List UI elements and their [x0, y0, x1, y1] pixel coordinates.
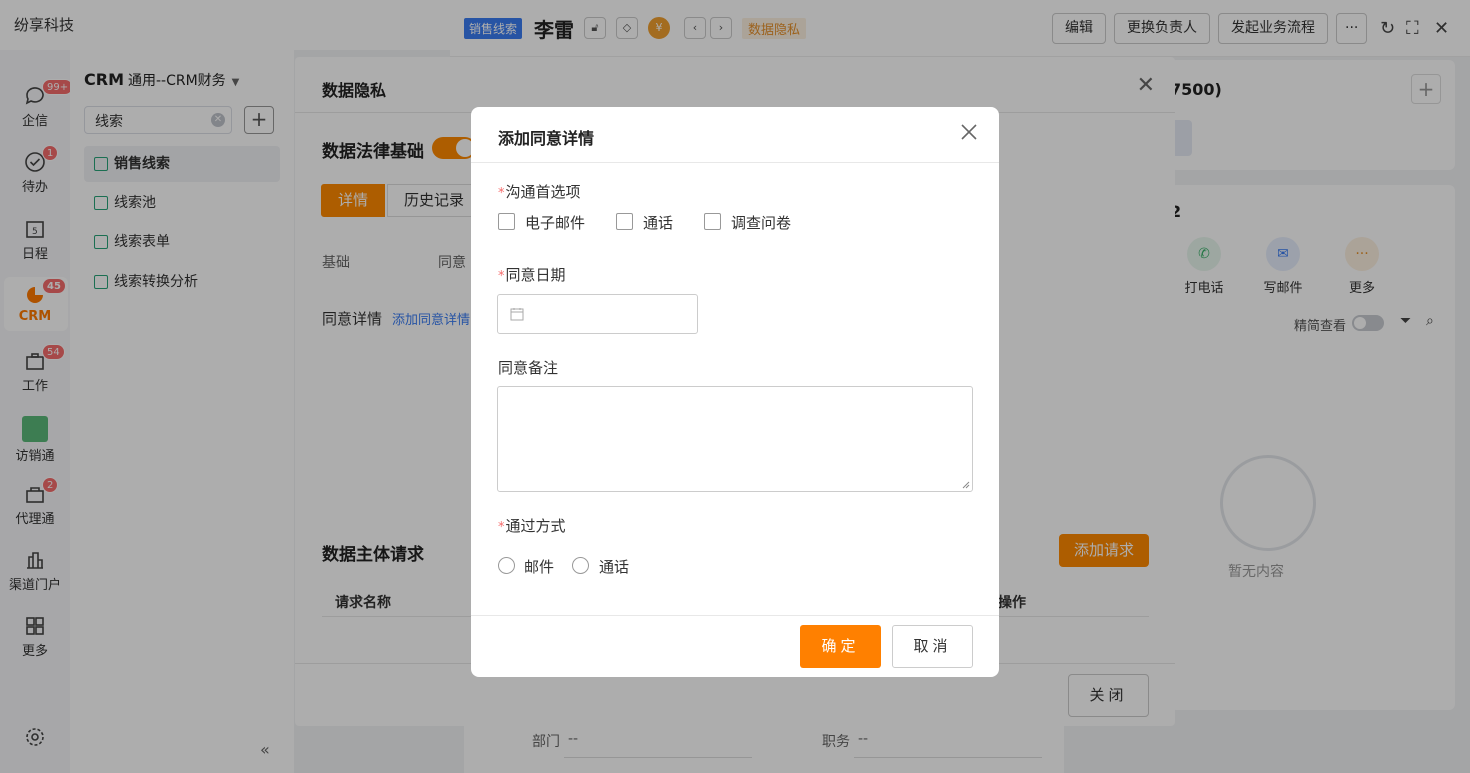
cancel-button[interactable]: 取消	[892, 625, 973, 668]
close-icon[interactable]	[959, 122, 979, 142]
comm-pref-label: *沟通首选项	[498, 181, 581, 202]
required-mark: *	[498, 269, 505, 284]
radio-label: 邮件	[524, 558, 555, 576]
add-consent-modal: 添加同意详情 *沟通首选项 电子邮件 通话 调查问卷 *同意日期 同意备注 *通…	[471, 107, 999, 677]
consent-date-text: 同意日期	[505, 266, 566, 284]
checkbox-email[interactable]	[498, 213, 515, 230]
radio-call[interactable]	[572, 557, 589, 574]
divider	[471, 162, 999, 163]
radio-label: 通话	[599, 558, 630, 576]
divider	[471, 615, 999, 616]
required-mark: *	[498, 186, 505, 201]
confirm-button[interactable]: 确定	[800, 625, 881, 668]
checkbox-label: 通话	[643, 214, 674, 232]
checkbox-call[interactable]	[616, 213, 633, 230]
resize-grip-icon[interactable]	[962, 481, 970, 489]
consent-date-label: *同意日期	[498, 264, 566, 285]
consent-note-label: 同意备注	[498, 359, 559, 377]
calendar-icon	[510, 308, 524, 321]
checkbox-label: 调查问卷	[731, 214, 792, 232]
checkbox-survey[interactable]	[704, 213, 721, 230]
modal-title: 添加同意详情	[498, 129, 595, 148]
checkbox-label: 电子邮件	[525, 214, 586, 232]
comm-pref-text: 沟通首选项	[505, 183, 581, 201]
method-label: *通过方式	[498, 515, 566, 536]
consent-date-picker[interactable]	[497, 294, 698, 334]
required-mark: *	[498, 520, 505, 535]
consent-note-textarea[interactable]	[497, 386, 973, 492]
radio-mail[interactable]	[498, 557, 515, 574]
method-text: 通过方式	[505, 517, 566, 535]
